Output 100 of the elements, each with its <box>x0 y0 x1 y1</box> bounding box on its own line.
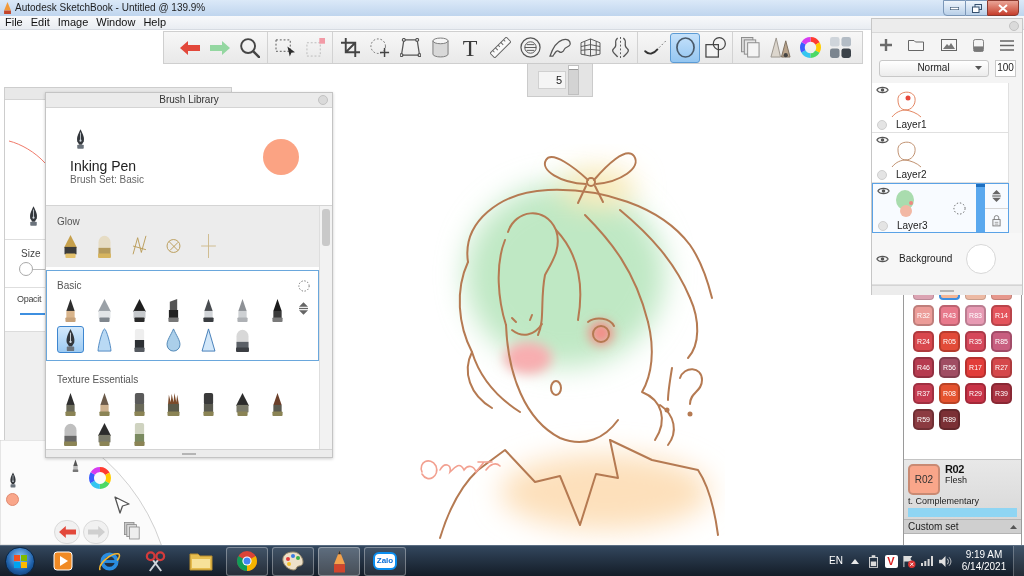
square-circle-icon <box>704 37 726 58</box>
app-logo: Zalo <box>372 552 398 570</box>
brush-set-group[interactable]: Basic <box>46 270 319 361</box>
maximize-button[interactable] <box>966 0 987 16</box>
clock-time: 9:19 AM <box>965 549 1003 561</box>
cursor-arrow-icon[interactable] <box>114 496 130 514</box>
droplet-icon <box>166 327 182 352</box>
play-icon <box>53 551 73 571</box>
pencil-icon <box>62 297 78 322</box>
eye-icon[interactable] <box>876 136 889 144</box>
brush-tip-icon <box>131 421 147 446</box>
slider-thumb[interactable] <box>19 262 33 276</box>
airbrush-icon <box>97 297 113 322</box>
brush-set-name: Brush Set: Basic <box>70 173 144 186</box>
plus-icon[interactable] <box>880 39 892 51</box>
tray-logo[interactable]: V <box>884 554 898 568</box>
up-down-arrows-icon[interactable] <box>299 302 308 315</box>
brush-tip-icon[interactable] <box>71 459 80 472</box>
blend-mode-dropdown[interactable]: Normal <box>879 59 989 77</box>
eye-icon[interactable] <box>877 187 890 195</box>
menu-item[interactable]: File <box>1 16 27 29</box>
grip-handle[interactable] <box>182 452 196 455</box>
eye-icon[interactable] <box>876 254 889 263</box>
taskbar-button[interactable] <box>272 546 314 576</box>
slider-thumb[interactable] <box>976 184 985 187</box>
stacked-pages-icon[interactable] <box>124 522 140 540</box>
color-code: R02 <box>945 464 964 475</box>
pen-nib-icon <box>27 205 40 227</box>
color-swatch-icon[interactable] <box>966 243 996 274</box>
undo-icon <box>180 40 200 55</box>
layer-name: Background <box>899 252 953 265</box>
layer-name: Layer3 <box>897 220 928 232</box>
taskbar-button[interactable] <box>226 546 268 576</box>
pen-tip-icon <box>235 297 251 322</box>
dashed-circle-move-icon <box>370 37 390 58</box>
brush-tip-icon <box>62 391 78 416</box>
restore-icon <box>971 3 982 13</box>
layer-opacity-slider[interactable] <box>976 184 985 232</box>
brush-tip-icon <box>269 391 285 416</box>
speaker-icon[interactable] <box>938 555 952 567</box>
folder-icon[interactable] <box>908 39 925 51</box>
scrollbar-thumb[interactable] <box>322 209 330 246</box>
layer-row[interactable]: Layer3 <box>872 183 1009 233</box>
size-slider[interactable] <box>568 65 579 95</box>
browser-icon <box>97 550 121 572</box>
triangle-icon <box>200 327 216 352</box>
layer-row[interactable]: Layer1 <box>872 83 1009 133</box>
padlock-icon[interactable] <box>992 213 1001 227</box>
current-color-swatch: R02 <box>908 464 940 495</box>
menu-item[interactable]: Edit <box>26 16 54 29</box>
opacity-label: Opacit <box>17 293 42 305</box>
start-button[interactable] <box>5 546 35 576</box>
show-desktop-button[interactable] <box>1013 546 1024 576</box>
layer-row[interactable]: Layer2 <box>872 133 1009 183</box>
color-set-dropdown[interactable]: Custom set <box>904 519 1021 534</box>
pen-nib-icon[interactable] <box>8 472 18 488</box>
cone-icon <box>97 327 113 352</box>
magnifier-icon <box>240 37 260 58</box>
menu-item[interactable]: Window <box>92 16 140 29</box>
grip-handle[interactable] <box>940 289 954 292</box>
dashed-square-icon <box>305 38 325 57</box>
caret-up-icon[interactable] <box>851 558 859 564</box>
round-browser-icon <box>236 550 258 572</box>
text-button[interactable]: T <box>455 32 485 63</box>
menu-item[interactable]: Help <box>139 16 171 29</box>
battery-icon[interactable] <box>868 554 878 568</box>
ellipse-button[interactable] <box>670 32 700 63</box>
caret-down-icon <box>975 66 982 70</box>
tile-icon[interactable] <box>972 38 984 52</box>
opacity-field[interactable]: 100 <box>995 59 1016 77</box>
brush-tip-icon <box>200 391 216 416</box>
flag-icon[interactable] <box>902 554 916 568</box>
brush-set-group[interactable]: Glow <box>46 206 319 267</box>
scissors-icon <box>144 550 166 572</box>
size-label: Size <box>21 248 41 260</box>
size-field[interactable]: 5 <box>538 71 566 89</box>
bucket-icon <box>431 37 449 58</box>
eye-icon[interactable] <box>876 86 889 94</box>
color-wheel-icon[interactable] <box>89 467 111 489</box>
menu-icon[interactable] <box>1000 39 1014 51</box>
circle-guide-icon <box>519 37 541 58</box>
menu-item[interactable]: Image <box>53 16 93 29</box>
brush-button[interactable] <box>56 326 84 353</box>
image-icon[interactable] <box>940 39 957 51</box>
chisel-marker-icon <box>166 297 182 322</box>
signal-bars-icon[interactable] <box>921 556 933 566</box>
corner-handles-icon <box>399 38 421 57</box>
crop-icon <box>340 38 360 57</box>
up-down-arrows-icon[interactable] <box>992 189 1001 202</box>
taskbar-button[interactable]: Zalo <box>364 546 406 576</box>
pen-tip-icon <box>62 233 78 258</box>
close-button[interactable] <box>987 0 1019 16</box>
language-indicator[interactable]: EN <box>829 556 843 566</box>
size-slider[interactable] <box>19 262 45 276</box>
pen-tip-icon <box>200 297 216 322</box>
brush-stroke-drawing <box>9 140 45 164</box>
marker-icon <box>131 297 147 322</box>
brush-tip-icon <box>166 391 182 416</box>
layer-name: Layer1 <box>896 119 927 131</box>
color-wheel-icon <box>799 37 821 58</box>
